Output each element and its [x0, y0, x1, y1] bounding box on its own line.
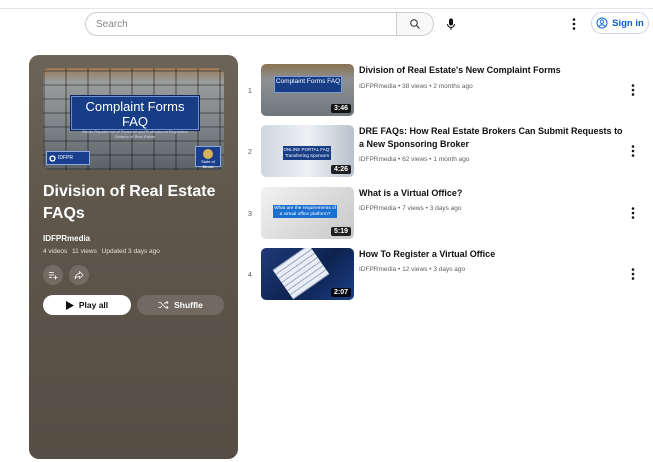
meta-separator: •: [429, 83, 432, 90]
thumbnail-caption: What are the requirements of a virtual o…: [273, 205, 337, 218]
more-vert-icon: [631, 268, 635, 280]
video-views: 62 views: [402, 156, 428, 163]
video-channel[interactable]: IDFPRmedia: [359, 266, 396, 273]
video-age: 3 days ago: [429, 205, 462, 212]
sign-in-label: Sign in: [612, 17, 644, 29]
video-title[interactable]: What is a Virtual Office?: [359, 187, 625, 200]
playlist-add-icon: [49, 272, 58, 280]
thumbnail-subtitle-2: Division of Real Estate: [114, 134, 156, 139]
video-age: 1 month ago: [433, 156, 470, 163]
views-count: 11 views: [72, 248, 97, 255]
play-icon: [65, 300, 74, 310]
video-channel[interactable]: IDFPRmedia: [359, 83, 396, 90]
more-vert-icon: [631, 207, 635, 219]
video-title[interactable]: How To Register a Virtual Office: [359, 248, 625, 261]
shuffle-button[interactable]: Shuffle: [137, 295, 224, 315]
video-index: 1: [247, 86, 253, 95]
playlist-video-row[interactable]: 3 What are the requirements of a virtual…: [243, 187, 643, 243]
video-menu-button[interactable]: [627, 82, 639, 98]
meta-separator: •: [425, 205, 428, 212]
video-title[interactable]: DRE FAQs: How Real Estate Brokers Can Su…: [359, 125, 625, 151]
updated-label: Updated 3 days ago: [101, 248, 160, 255]
thumbnail-title-card: Complaint Forms FAQ Illinois Department …: [71, 96, 199, 139]
play-all-label: Play all: [78, 300, 109, 310]
seal-icon: [203, 149, 213, 159]
video-meta: IDFPRmedia • 12 views • 3 days ago: [359, 266, 465, 273]
voice-search-button[interactable]: [440, 13, 462, 35]
idfpr-logo: IDFPR: [46, 151, 90, 165]
videos-count: 4 videos: [43, 248, 68, 255]
search-input[interactable]: [85, 12, 396, 36]
account-circle-icon: [596, 17, 608, 29]
shuffle-icon: [158, 300, 169, 310]
share-icon: [74, 271, 84, 279]
microphone-icon: [447, 18, 455, 30]
meta-separator: •: [398, 266, 401, 273]
video-thumbnail[interactable]: 2:07: [261, 248, 354, 300]
video-menu-button[interactable]: [627, 266, 639, 282]
top-divider: [0, 8, 653, 9]
playlist-video-row[interactable]: 2 ONLINE PORTAL FAQ: Transferring Sponso…: [243, 125, 643, 181]
video-thumbnail[interactable]: ONLINE PORTAL FAQ: Transferring Sponsors…: [261, 125, 354, 177]
video-duration: 2:07: [330, 288, 351, 297]
video-index: 3: [247, 209, 253, 218]
video-age: 2 months ago: [433, 83, 473, 90]
meta-separator: •: [398, 83, 401, 90]
playlist-owner[interactable]: IDFPRmedia: [43, 234, 90, 243]
share-button[interactable]: [69, 265, 89, 285]
video-channel[interactable]: IDFPRmedia: [359, 205, 396, 212]
video-age: 3 days ago: [433, 266, 466, 273]
video-duration: 5:19: [330, 227, 351, 236]
search-icon: [410, 19, 420, 29]
meta-separator: •: [398, 156, 401, 163]
shuffle-label: Shuffle: [174, 300, 203, 310]
play-all-button[interactable]: Play all: [43, 295, 131, 315]
meta-separator: •: [429, 156, 432, 163]
meta-separator: •: [398, 205, 401, 212]
video-menu-button[interactable]: [627, 205, 639, 221]
thumbnail-title: Complaint Forms FAQ: [85, 99, 185, 129]
video-meta: IDFPRmedia • 7 views • 3 days ago: [359, 205, 462, 212]
video-menu-button[interactable]: [627, 143, 639, 159]
video-duration: 4:26: [330, 165, 351, 174]
video-views: 38 views: [402, 83, 428, 90]
state-seal: State of Illinois: [195, 146, 221, 169]
playlist-video-row[interactable]: 1 Complaint Forms FAQ 3:46 Division of R…: [243, 64, 643, 120]
playlist-video-row[interactable]: 4 2:07 How To Register a Virtual Office …: [243, 248, 643, 304]
idfpr-emblem-icon: [49, 154, 56, 162]
video-thumbnail[interactable]: What are the requirements of a virtual o…: [261, 187, 354, 239]
seal-text: State of Illinois: [201, 159, 215, 169]
search-button[interactable]: [396, 12, 434, 36]
meta-separator: •: [429, 266, 432, 273]
more-vert-icon: [631, 145, 635, 157]
thumbnail-caption: Complaint Forms FAQ: [274, 76, 342, 93]
video-index: 4: [247, 270, 253, 279]
playlist-title: Division of Real Estate FAQs: [43, 183, 216, 222]
video-thumbnail[interactable]: Complaint Forms FAQ 3:46: [261, 64, 354, 116]
video-index: 2: [247, 147, 253, 156]
document-graphic: [272, 248, 330, 300]
playlist-header-panel: Complaint Forms FAQ Illinois Department …: [29, 55, 238, 459]
settings-menu-button[interactable]: [566, 13, 582, 35]
more-vert-icon: [631, 84, 635, 96]
video-title[interactable]: Division of Real Estate's New Complaint …: [359, 64, 625, 77]
search-bar: [85, 12, 434, 36]
more-vert-icon: [572, 18, 576, 30]
sign-in-button[interactable]: Sign in: [591, 12, 649, 34]
video-duration: 3:46: [330, 104, 351, 113]
video-views: 12 views: [402, 266, 428, 273]
thumbnail-caption: ONLINE PORTAL FAQ: Transferring Sponsors: [283, 146, 331, 160]
idfpr-logo-text: IDFPR: [58, 155, 73, 161]
save-playlist-button[interactable]: [43, 265, 63, 285]
playlist-meta: 4 videos 11 views Updated 3 days ago: [43, 248, 163, 255]
video-views: 7 views: [402, 205, 424, 212]
video-channel[interactable]: IDFPRmedia: [359, 156, 396, 163]
video-meta: IDFPRmedia • 38 views • 2 months ago: [359, 83, 473, 90]
video-meta: IDFPRmedia • 62 views • 1 month ago: [359, 156, 469, 163]
playlist-thumbnail[interactable]: Complaint Forms FAQ Illinois Department …: [43, 68, 224, 170]
